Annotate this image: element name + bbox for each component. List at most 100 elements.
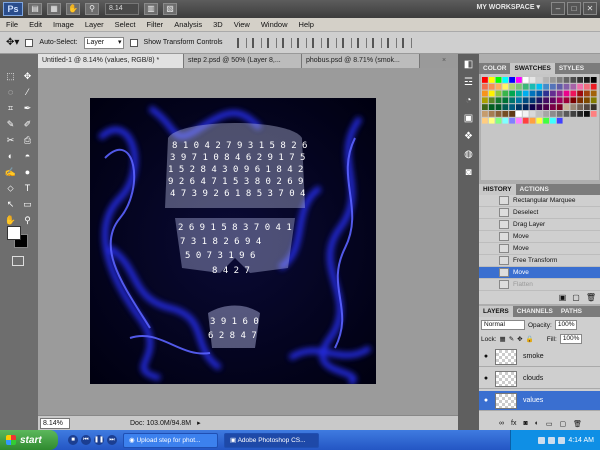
swatch[interactable] [577,111,583,117]
swatch[interactable] [516,97,522,104]
menu-image[interactable]: Image [53,20,74,29]
previous-icon[interactable]: ⏮ [81,435,91,445]
brushes-icon[interactable]: ◍ [462,148,476,162]
document-canvas[interactable]: 8 1 0 4 2 7 9 3 1 5 8 2 6 3 9 7 1 0 8 4 … [90,98,376,384]
trash-icon[interactable]: 🗑 [586,293,596,302]
swatch[interactable] [502,117,509,124]
zoom-tool-icon[interactable]: ⚲ [85,3,99,15]
swatch[interactable] [529,111,536,117]
foreground-color-swatch[interactable] [7,226,21,240]
lock-transparency-icon[interactable]: ▦ [500,335,506,343]
swatch[interactable] [570,111,577,117]
swatch[interactable] [590,111,597,117]
history-brush-icon[interactable]: ⎙ [21,134,34,146]
menu-window[interactable]: Window [261,20,288,29]
swatch[interactable] [563,83,570,90]
swatch[interactable] [550,111,556,117]
lock-paint-icon[interactable]: ✎ [509,335,514,343]
swatch[interactable] [488,83,495,90]
close-tab-icon[interactable]: × [442,54,446,68]
swatch[interactable] [543,83,549,90]
swatch[interactable] [509,90,515,97]
fx-icon[interactable]: fx [511,420,516,428]
swatch[interactable] [570,90,577,97]
swatch[interactable] [577,90,583,97]
swatch[interactable] [563,111,570,117]
marquee-tool-icon[interactable]: ⬚ [4,70,17,82]
tab-color[interactable]: COLOR [479,63,510,74]
layer-row[interactable]: ● smoke [479,347,600,367]
blur-tool-icon[interactable]: ✍ [4,166,17,178]
swatch[interactable] [590,104,597,110]
new-document-icon[interactable]: ▢ [572,293,580,302]
align-center-icon[interactable] [296,37,307,48]
move-tool-icon[interactable]: ✥ [21,70,34,82]
swatch[interactable] [577,104,583,110]
pause-icon[interactable]: ❚❚ [94,435,104,445]
clone-stamp-icon[interactable]: ✂ [4,134,17,146]
tab-swatches[interactable]: SWATCHES [510,63,555,74]
eye-icon[interactable]: ● [479,397,493,404]
swatch[interactable] [577,77,583,83]
tab-history[interactable]: HISTORY [479,184,516,195]
align-right-icon[interactable] [311,37,322,48]
distribute-bottom-icon[interactable] [356,37,367,48]
swatch[interactable] [495,97,502,104]
swatch[interactable] [482,83,488,90]
minibridge-icon[interactable]: ▦ [47,3,61,15]
history-item[interactable]: Free Transform [479,255,600,267]
swatch[interactable] [502,83,509,90]
swatch[interactable] [556,111,563,117]
tray-icon[interactable] [558,436,566,444]
menu-file[interactable]: File [6,20,18,29]
swatch[interactable] [482,104,488,110]
swatch[interactable] [550,104,556,110]
crop-tool-icon[interactable]: ⌗ [4,102,17,114]
swatch[interactable] [488,77,495,83]
menu-filter[interactable]: Filter [147,20,164,29]
history-item-selected[interactable]: Move [479,267,600,279]
type-tool-icon[interactable]: T [21,182,34,194]
swatch[interactable] [584,77,590,83]
swatch[interactable] [522,83,529,90]
tab-phobus[interactable]: phobus.psd @ 8.71% (smok... [302,54,420,68]
zoom-tool-icon[interactable]: ⚲ [21,214,34,226]
swatch[interactable] [536,77,543,83]
swatch[interactable] [536,104,543,110]
swatch[interactable] [536,90,543,97]
blend-mode-dropdown[interactable]: Normal [481,320,525,330]
swatch[interactable] [495,104,502,110]
swatch[interactable] [522,97,529,104]
swatch[interactable] [495,90,502,97]
close-button[interactable]: ✕ [583,2,597,15]
zoom-field[interactable]: 8.14% [40,417,70,429]
swatch[interactable] [529,104,536,110]
history-item[interactable]: Flatten [479,279,600,291]
swatch[interactable] [536,111,543,117]
new-snapshot-icon[interactable]: ▣ [559,293,567,302]
swatch[interactable] [570,77,577,83]
histogram-icon[interactable]: ☲ [462,76,476,90]
hand-tool-icon[interactable]: ✋ [66,3,80,15]
next-icon[interactable]: ⏭ [107,435,117,445]
swatch[interactable] [482,97,488,104]
history-item[interactable]: Move [479,231,600,243]
swatch[interactable] [550,83,556,90]
lock-all-icon[interactable]: 🔒 [526,335,534,343]
swatch[interactable] [529,117,536,124]
swatch[interactable] [584,111,590,117]
view-extras-icon[interactable]: ▥ [144,3,158,15]
swatch[interactable] [488,97,495,104]
eraser-icon[interactable]: ◐ [4,150,17,162]
align-bottom-icon[interactable] [266,37,277,48]
swatch[interactable] [536,97,543,104]
swatch[interactable] [502,97,509,104]
swatch[interactable] [543,111,549,117]
swatch[interactable] [509,97,515,104]
swatch[interactable] [590,90,597,97]
swatch[interactable] [516,77,522,83]
show-transform-checkbox[interactable] [129,38,138,47]
status-menu-icon[interactable]: ▸ [197,419,201,427]
swatch[interactable] [482,117,488,124]
dodge-tool-icon[interactable]: ● [21,166,34,178]
